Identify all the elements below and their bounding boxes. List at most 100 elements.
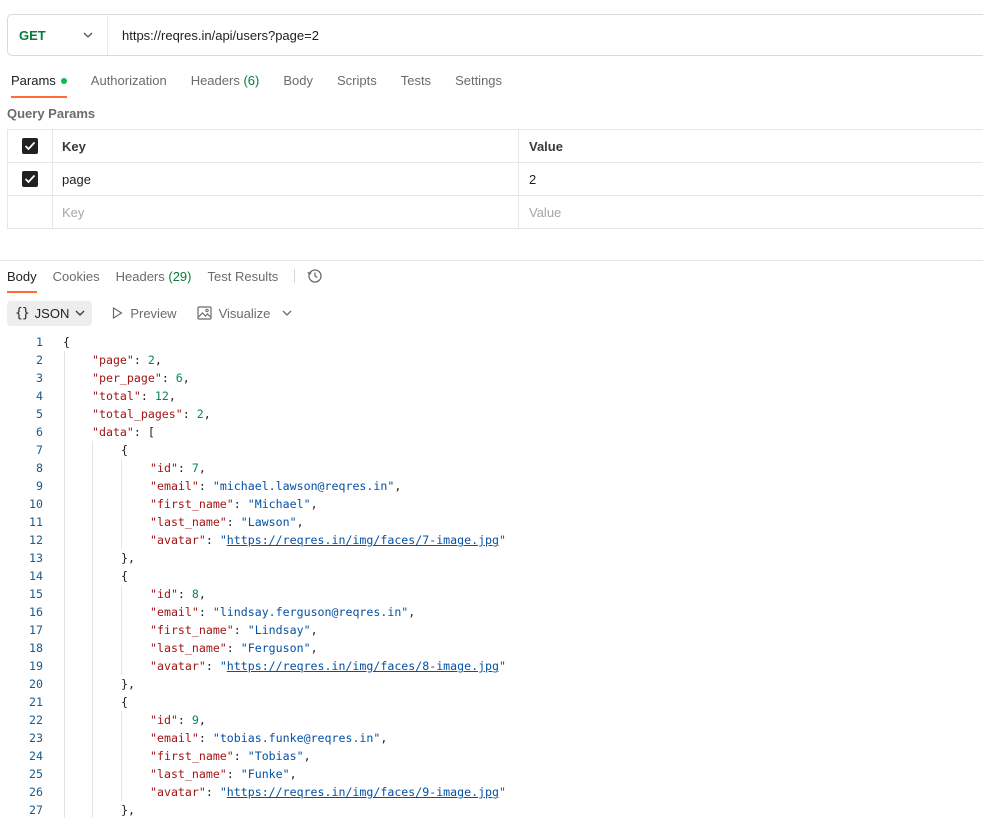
- code-line: 22 "id": 9,: [0, 711, 983, 729]
- response-tab-headers[interactable]: Headers (29): [116, 269, 192, 293]
- tab-tests[interactable]: Tests: [401, 70, 431, 98]
- new-value-field[interactable]: Value: [519, 196, 983, 228]
- code-token: {: [63, 335, 70, 349]
- response-tab-body[interactable]: Body: [7, 269, 37, 293]
- select-all-checkbox[interactable]: [22, 138, 38, 154]
- code-token: "total_pages": [92, 407, 183, 421]
- code-token: :: [133, 353, 148, 367]
- code-line: 5 "total_pages": 2,: [0, 405, 983, 423]
- params-active-dot: [60, 77, 67, 84]
- code-text: "email": "michael.lawson@reqres.in",: [150, 477, 401, 495]
- url-input[interactable]: https://reqres.in/api/users?page=2: [108, 28, 319, 43]
- url-link[interactable]: https://reqres.in/img/faces/7-image.jpg: [227, 533, 499, 547]
- code-text: },: [121, 549, 135, 567]
- line-number: 5: [36, 407, 43, 421]
- code-text: "first_name": "Lindsay",: [150, 621, 318, 639]
- new-key-field[interactable]: Key: [53, 196, 519, 228]
- param-value-field[interactable]: 2: [519, 163, 983, 195]
- code-line: 16 "email": "lindsay.ferguson@reqres.in",: [0, 603, 983, 621]
- code-text: "avatar": "https://reqres.in/img/faces/9…: [150, 783, 506, 801]
- response-tab-cookies[interactable]: Cookies: [53, 269, 100, 293]
- tab-label: Test Results: [207, 269, 279, 284]
- query-params-table: Key Value page 2 Key Value: [7, 129, 983, 229]
- code-text: "first_name": "Tobias",: [150, 747, 311, 765]
- code-token: :: [140, 389, 155, 403]
- history-icon[interactable]: [307, 268, 323, 287]
- code-token: "Lindsay": [247, 623, 311, 637]
- checkmark-icon: [24, 174, 36, 184]
- code-token: 8: [191, 587, 199, 601]
- code-token: {: [121, 569, 128, 583]
- code-line: 10 "first_name": "Michael",: [0, 495, 983, 513]
- tab-label: Headers: [190, 73, 240, 88]
- code-token: "lindsay.ferguson@reqres.in": [212, 605, 409, 619]
- code-line: 2 "page": 2,: [0, 351, 983, 369]
- line-number: 23: [29, 731, 43, 745]
- code-text: {: [121, 441, 128, 459]
- tab-settings[interactable]: Settings: [455, 70, 502, 98]
- code-token: ,: [380, 731, 388, 745]
- code-token: "avatar": [150, 785, 206, 799]
- preview-button[interactable]: Preview: [112, 306, 177, 321]
- code-token: 6: [175, 371, 183, 385]
- headers-count: (6): [243, 73, 260, 88]
- code-token: :: [177, 461, 192, 475]
- code-token: "last_name": [150, 515, 227, 529]
- tab-body[interactable]: Body: [283, 70, 313, 98]
- response-body-viewer[interactable]: 1{2 "page": 2, 3 "per_page": 6, 4 "total": 12…: [0, 333, 983, 818]
- pane-divider[interactable]: [0, 260, 983, 261]
- code-token: ": [219, 785, 227, 799]
- format-select[interactable]: {} JSON: [7, 300, 93, 326]
- url-link[interactable]: https://reqres.in/img/faces/8-image.jpg: [227, 659, 499, 673]
- tab-label: Cookies: [52, 269, 100, 284]
- line-number: 27: [29, 803, 43, 817]
- line-number: 4: [36, 389, 43, 403]
- code-text: "per_page": 6,: [92, 369, 190, 387]
- code-text: "id": 9,: [150, 711, 206, 729]
- code-token: :: [177, 713, 192, 727]
- code-line: 15 "id": 8,: [0, 585, 983, 603]
- visualize-button[interactable]: Visualize: [196, 305, 271, 321]
- braces-icon: {}: [15, 305, 30, 321]
- method-select[interactable]: GET: [8, 15, 108, 55]
- code-token: ,: [154, 353, 162, 367]
- code-token: ,: [310, 623, 318, 637]
- line-number: 17: [29, 623, 43, 637]
- tab-label: Scripts: [336, 73, 377, 88]
- code-line: 3 "per_page": 6,: [0, 369, 983, 387]
- tab-authorization[interactable]: Authorization: [91, 70, 167, 98]
- code-token: ": [499, 659, 507, 673]
- chevron-down-icon: [81, 28, 95, 42]
- code-line: 7{: [0, 441, 983, 459]
- code-token: :: [205, 785, 220, 799]
- code-text: "first_name": "Michael",: [150, 495, 318, 513]
- row-checkbox[interactable]: [22, 171, 38, 187]
- code-token: ,: [198, 587, 206, 601]
- empty-checkbox-cell: [8, 196, 53, 228]
- code-line: 11 "last_name": "Lawson",: [0, 513, 983, 531]
- param-key-field[interactable]: page: [53, 163, 519, 195]
- line-number: 16: [29, 605, 43, 619]
- tab-headers[interactable]: Headers (6): [191, 70, 260, 98]
- code-text: },: [121, 675, 135, 693]
- code-token: :: [161, 371, 176, 385]
- tab-scripts[interactable]: Scripts: [337, 70, 377, 98]
- code-text: "total_pages": 2,: [92, 405, 211, 423]
- row-checkbox-cell: [8, 163, 53, 195]
- table-row-empty: Key Value: [7, 196, 983, 229]
- visualize-menu-chevron-icon[interactable]: [282, 310, 292, 316]
- response-tab-test-results[interactable]: Test Results: [208, 269, 279, 293]
- visualize-label: Visualize: [218, 305, 271, 321]
- line-number: 20: [29, 677, 43, 691]
- code-line: 14 {: [0, 567, 983, 585]
- code-token: : [: [133, 425, 155, 439]
- line-number: 1: [36, 335, 43, 349]
- code-line: 27},: [0, 801, 983, 818]
- line-number: 8: [36, 461, 43, 475]
- line-number: 18: [29, 641, 43, 655]
- code-token: "last_name": [150, 767, 227, 781]
- code-token: "Tobias": [247, 749, 304, 763]
- url-link[interactable]: https://reqres.in/img/faces/9-image.jpg: [227, 785, 499, 799]
- code-token: :: [226, 767, 241, 781]
- tab-params[interactable]: Params: [11, 70, 67, 98]
